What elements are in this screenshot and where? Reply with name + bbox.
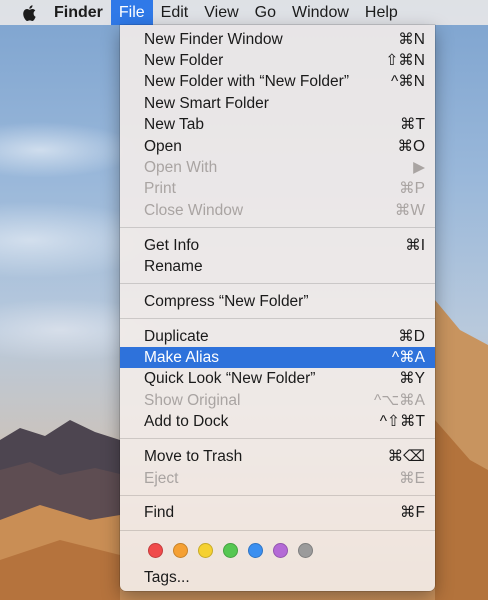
menu-item-add-to-dock[interactable]: Add to Dock ^⇧⌘T <box>120 411 435 432</box>
menu-item-shortcut: ⌘F <box>400 504 425 521</box>
menu-separator <box>120 283 435 284</box>
menu-item-shortcut: ⌘E <box>399 470 425 487</box>
menu-item-shortcut: ⌘D <box>398 328 425 345</box>
menu-item-label: New Folder <box>144 52 224 69</box>
menubar-finder[interactable]: Finder <box>46 0 111 25</box>
tag-blue[interactable] <box>248 543 263 558</box>
menu-item-label: Rename <box>144 258 203 275</box>
menu-item-shortcut: ⌘T <box>400 116 425 133</box>
menu-item-tags[interactable]: Tags... <box>120 567 435 588</box>
menu-item-label: New Tab <box>144 116 205 133</box>
submenu-arrow-icon: ▶ <box>413 159 425 176</box>
menu-item-label: Find <box>144 504 175 521</box>
menu-item-shortcut: ⇧⌘N <box>385 52 425 69</box>
menu-item-quick-look[interactable]: Quick Look “New Folder” ⌘Y <box>120 368 435 389</box>
menu-item-label: Show Original <box>144 392 241 409</box>
menu-item-open[interactable]: Open ⌘O <box>120 136 435 157</box>
menu-item-get-info[interactable]: Get Info ⌘I <box>120 235 435 256</box>
menu-separator <box>120 227 435 228</box>
menu-item-label: Quick Look “New Folder” <box>144 370 316 387</box>
menu-item-new-finder-window[interactable]: New Finder Window ⌘N <box>120 29 435 50</box>
menu-item-close-window: Close Window ⌘W <box>120 200 435 221</box>
menu-item-shortcut: ⌘N <box>398 31 425 48</box>
menu-item-new-smart-folder[interactable]: New Smart Folder <box>120 93 435 114</box>
menu-item-duplicate[interactable]: Duplicate ⌘D <box>120 326 435 347</box>
menubar-go[interactable]: Go <box>247 0 284 25</box>
menu-item-label: Add to Dock <box>144 413 229 430</box>
menu-item-open-with: Open With ▶ <box>120 157 435 178</box>
file-menu-dropdown: New Finder Window ⌘N New Folder ⇧⌘N New … <box>120 25 435 591</box>
menu-item-label: Tags... <box>144 569 190 586</box>
apple-logo-icon <box>23 4 36 21</box>
apple-menu[interactable] <box>0 0 46 25</box>
menu-item-move-to-trash[interactable]: Move to Trash ⌘⌫ <box>120 446 435 467</box>
menu-item-compress[interactable]: Compress “New Folder” <box>120 291 435 312</box>
menu-separator <box>120 495 435 496</box>
menu-bar: Finder File Edit View Go Window Help <box>0 0 488 25</box>
menu-item-shortcut: ⌘Y <box>399 370 425 387</box>
menu-item-shortcut: ⌘O <box>397 138 425 155</box>
menubar-help[interactable]: Help <box>357 0 406 25</box>
menu-item-shortcut: ⌘⌫ <box>387 448 425 465</box>
menu-item-label: New Folder with “New Folder” <box>144 73 349 90</box>
menu-item-label: Move to Trash <box>144 448 243 465</box>
menu-item-label: New Smart Folder <box>144 95 269 112</box>
menu-item-shortcut: ⌘P <box>399 180 425 197</box>
menu-item-label: Get Info <box>144 237 200 254</box>
tag-green[interactable] <box>223 543 238 558</box>
menubar-view[interactable]: View <box>196 0 246 25</box>
tag-red[interactable] <box>148 543 163 558</box>
menu-item-show-original: Show Original ^⌥⌘A <box>120 390 435 411</box>
menubar-window[interactable]: Window <box>284 0 357 25</box>
menu-item-shortcut: ^⌘N <box>391 73 425 90</box>
menu-item-label: Close Window <box>144 202 244 219</box>
menu-item-label: Open <box>144 138 182 155</box>
menu-item-print: Print ⌘P <box>120 178 435 199</box>
menubar-edit[interactable]: Edit <box>153 0 197 25</box>
menu-item-eject: Eject ⌘E <box>120 468 435 489</box>
menu-item-label: Open With <box>144 159 218 176</box>
menu-item-new-folder[interactable]: New Folder ⇧⌘N <box>120 50 435 71</box>
menu-item-shortcut: ^⌘A <box>391 349 425 366</box>
tag-orange[interactable] <box>173 543 188 558</box>
tag-purple[interactable] <box>273 543 288 558</box>
menu-item-shortcut: ⌘W <box>394 202 425 219</box>
menu-item-new-folder-with-selection[interactable]: New Folder with “New Folder” ^⌘N <box>120 71 435 92</box>
menu-separator <box>120 438 435 439</box>
menu-item-label: Eject <box>144 470 179 487</box>
tag-color-picker <box>148 543 313 558</box>
menu-separator <box>120 318 435 319</box>
menu-item-label: Print <box>144 180 176 197</box>
tag-yellow[interactable] <box>198 543 213 558</box>
menu-item-shortcut: ^⌥⌘A <box>374 392 425 409</box>
menu-item-shortcut: ^⇧⌘T <box>379 413 425 430</box>
menu-item-make-alias[interactable]: Make Alias ^⌘A <box>120 347 435 368</box>
menu-item-shortcut: ⌘I <box>405 237 425 254</box>
menu-item-label: Make Alias <box>144 349 219 366</box>
menu-item-label: New Finder Window <box>144 31 283 48</box>
menu-item-find[interactable]: Find ⌘F <box>120 502 435 523</box>
menu-item-rename[interactable]: Rename <box>120 256 435 277</box>
tag-gray[interactable] <box>298 543 313 558</box>
menu-separator <box>120 530 435 531</box>
menu-item-label: Compress “New Folder” <box>144 293 309 310</box>
menu-item-new-tab[interactable]: New Tab ⌘T <box>120 114 435 135</box>
menu-item-label: Duplicate <box>144 328 209 345</box>
menubar-file[interactable]: File <box>110 0 153 25</box>
